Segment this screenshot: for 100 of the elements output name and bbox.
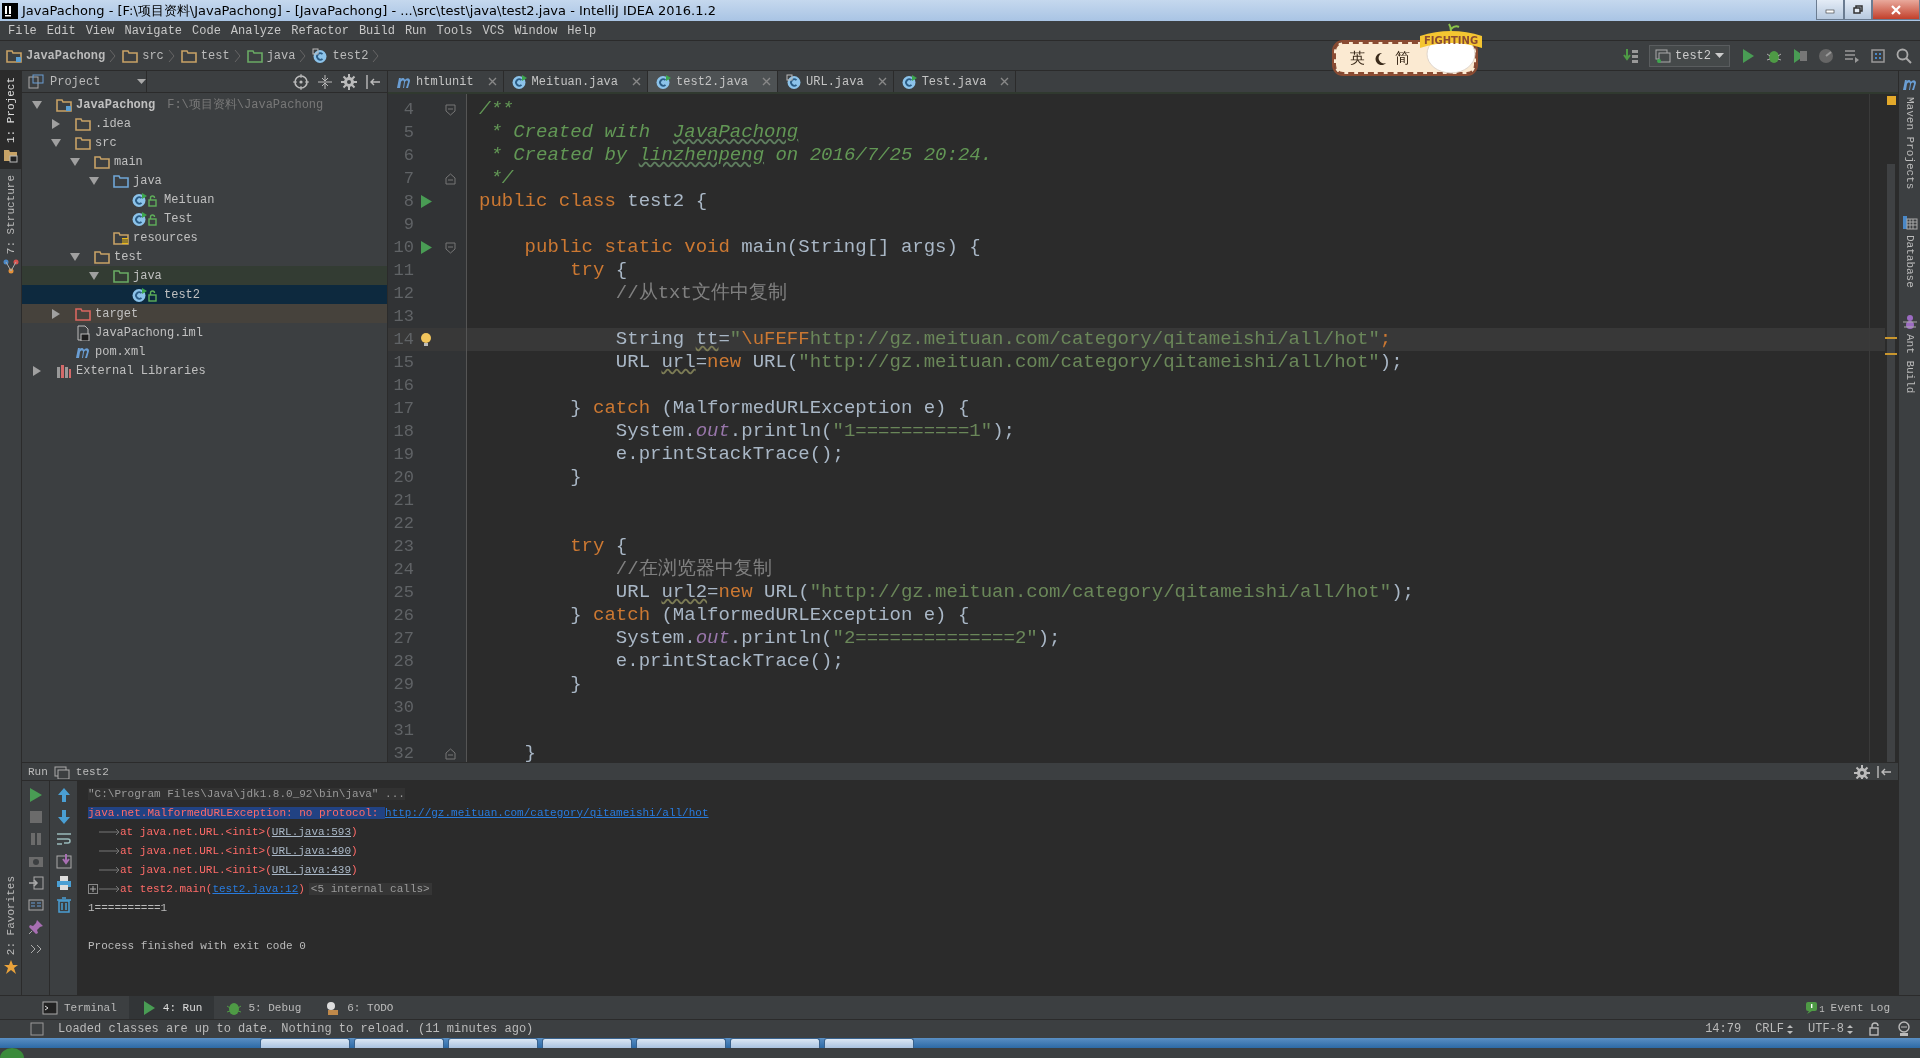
tree-row[interactable]: .idea bbox=[22, 114, 387, 133]
profile-icon[interactable] bbox=[1818, 47, 1834, 64]
inspector-icon[interactable] bbox=[1896, 1021, 1912, 1037]
database-icon[interactable] bbox=[1901, 215, 1918, 232]
menu-item[interactable]: VCS bbox=[477, 23, 510, 38]
menu-item[interactable]: File bbox=[3, 23, 42, 38]
structure-icon[interactable] bbox=[2, 258, 19, 275]
tool-window-tab[interactable]: 2: Favorites bbox=[0, 869, 21, 981]
tree-row[interactable]: pom.xml bbox=[22, 342, 387, 361]
locate-icon[interactable] bbox=[293, 73, 309, 90]
close-icon[interactable] bbox=[877, 77, 887, 86]
up-arrow-icon[interactable] bbox=[55, 787, 72, 803]
search-icon[interactable] bbox=[1896, 47, 1912, 64]
run-tab[interactable]: test2 bbox=[75, 765, 109, 778]
tool-window-tab[interactable]: 6: TODO bbox=[313, 996, 406, 1019]
fold-icon[interactable] bbox=[444, 747, 456, 760]
print-icon[interactable] bbox=[55, 875, 72, 891]
run-config-dropdown[interactable]: test2 bbox=[1649, 44, 1730, 67]
expanded-arrow-icon[interactable] bbox=[51, 137, 61, 148]
soft-wrap-icon[interactable] bbox=[55, 831, 72, 847]
lightbulb-icon[interactable] bbox=[419, 332, 433, 347]
breadcrumb[interactable]: test2 bbox=[332, 48, 369, 63]
restore-layout-icon[interactable] bbox=[27, 875, 44, 891]
run-icon[interactable] bbox=[419, 240, 433, 255]
terminal-icon[interactable] bbox=[42, 999, 58, 1016]
caret-position[interactable]: 14:79 bbox=[1705, 1022, 1742, 1036]
editor-tab[interactable]: Test.java bbox=[893, 71, 1017, 92]
maven-icon[interactable] bbox=[1901, 77, 1918, 93]
menu-item[interactable]: Code bbox=[187, 23, 226, 38]
menu-item[interactable]: Tools bbox=[431, 23, 478, 38]
tool-window-tab[interactable]: 1: Project bbox=[0, 71, 21, 169]
fold-icon[interactable] bbox=[444, 103, 456, 116]
breadcrumb[interactable]: java bbox=[266, 48, 296, 63]
breadcrumb[interactable]: test bbox=[200, 48, 230, 63]
hide-icon[interactable] bbox=[365, 73, 381, 90]
expanded-arrow-icon[interactable] bbox=[70, 156, 80, 167]
taskbar-button[interactable] bbox=[354, 1038, 444, 1048]
menu-item[interactable]: Analyze bbox=[225, 23, 287, 38]
collapsed-arrow-icon[interactable] bbox=[51, 118, 61, 129]
close-icon[interactable] bbox=[1000, 77, 1010, 86]
scrollbar[interactable] bbox=[1887, 164, 1895, 762]
close-icon[interactable] bbox=[632, 77, 642, 86]
tree-row[interactable]: Test bbox=[22, 209, 387, 228]
folder-icon[interactable] bbox=[2, 147, 19, 163]
project-structure-icon[interactable] bbox=[1870, 47, 1886, 64]
tree-row[interactable]: External Libraries bbox=[22, 361, 387, 380]
collapse-all-icon[interactable] bbox=[317, 73, 333, 90]
view-dropdown[interactable]: Project bbox=[28, 71, 147, 92]
encoding-dropdown[interactable]: UTF-8 bbox=[1808, 1022, 1854, 1036]
menu-item[interactable]: Refactor bbox=[286, 23, 354, 38]
minimize-button[interactable] bbox=[1816, 0, 1844, 20]
close-icon[interactable] bbox=[487, 77, 497, 86]
status-toggle-icon[interactable] bbox=[30, 1022, 44, 1036]
expanded-arrow-icon[interactable] bbox=[89, 270, 99, 281]
tool-window-tab[interactable]: 7: Structure bbox=[0, 169, 21, 281]
expanded-arrow-icon[interactable] bbox=[32, 99, 42, 110]
tool-window-tab[interactable]: Maven Projects bbox=[1901, 77, 1918, 190]
start-button-icon[interactable] bbox=[0, 1048, 24, 1058]
fold-icon[interactable] bbox=[444, 241, 456, 254]
editor-tab[interactable]: test2.java bbox=[648, 71, 779, 92]
breadcrumb[interactable]: JavaPachong bbox=[26, 48, 106, 63]
expand-icon[interactable] bbox=[88, 883, 98, 894]
rerun-icon[interactable] bbox=[27, 787, 44, 803]
taskbar-button[interactable] bbox=[448, 1038, 538, 1048]
restore-button[interactable] bbox=[1844, 0, 1872, 20]
tree-row[interactable]: java bbox=[22, 266, 387, 285]
taskbar-button[interactable] bbox=[730, 1038, 820, 1048]
expanded-arrow-icon[interactable] bbox=[70, 251, 80, 262]
menu-item[interactable]: Window bbox=[509, 23, 563, 38]
tree-row[interactable]: test2 bbox=[22, 285, 387, 304]
taskbar-button[interactable] bbox=[824, 1038, 914, 1048]
menu-item[interactable]: Build bbox=[353, 23, 400, 38]
ant-icon[interactable] bbox=[1901, 314, 1918, 331]
run-icon[interactable] bbox=[419, 194, 433, 209]
settings-icon[interactable] bbox=[341, 73, 357, 90]
tool-window-tab[interactable]: Terminal bbox=[30, 996, 129, 1019]
close-icon[interactable] bbox=[762, 77, 772, 86]
tree-row[interactable]: main bbox=[22, 152, 387, 171]
close-button[interactable] bbox=[1872, 0, 1920, 20]
tool-window-tab[interactable]: 4: Run bbox=[128, 996, 215, 1019]
tool-window-tab[interactable]: Database bbox=[1901, 215, 1918, 289]
pin-icon[interactable] bbox=[27, 919, 44, 935]
tree-row[interactable]: Meituan bbox=[22, 190, 387, 209]
menu-item[interactable]: Run bbox=[399, 23, 432, 38]
tree-row[interactable]: src bbox=[22, 133, 387, 152]
collapsed-arrow-icon[interactable] bbox=[51, 308, 61, 319]
taskbar-button[interactable] bbox=[542, 1038, 632, 1048]
editor-tab[interactable]: URL.java bbox=[778, 71, 894, 92]
tool-window-tab[interactable]: 5: Debug bbox=[214, 996, 314, 1019]
menu-item[interactable]: Navigate bbox=[119, 23, 188, 38]
line-separator-dropdown[interactable]: CRLF bbox=[1755, 1022, 1794, 1036]
hide-icon[interactable] bbox=[1876, 764, 1892, 779]
tree-row[interactable]: target bbox=[22, 304, 387, 323]
scroll-to-end-icon[interactable] bbox=[55, 853, 72, 869]
taskbar-button[interactable] bbox=[260, 1038, 350, 1048]
down-arrow-icon[interactable] bbox=[55, 809, 72, 825]
menu-item[interactable]: View bbox=[80, 23, 120, 38]
editor-tab[interactable]: htmlunit bbox=[388, 71, 504, 92]
trash-icon[interactable] bbox=[55, 897, 72, 913]
menu-item[interactable]: Edit bbox=[41, 23, 81, 38]
